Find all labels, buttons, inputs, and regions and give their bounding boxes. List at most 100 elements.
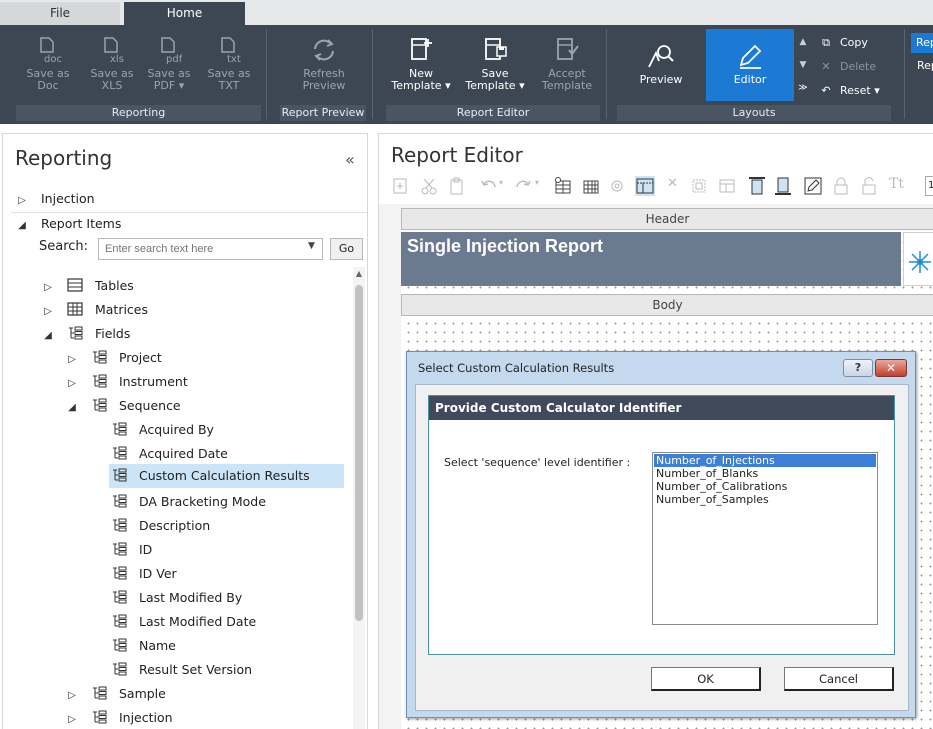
scroll-up-icon[interactable]: ▲ bbox=[353, 269, 365, 278]
lock-icon[interactable] bbox=[831, 176, 851, 196]
tree-label: Instrument bbox=[118, 374, 188, 389]
save-as-xls-button[interactable]: xls Save as XLS bbox=[86, 35, 138, 92]
preview-magnifier-icon bbox=[648, 45, 674, 68]
collapse-arrow-icon[interactable]: ◢ bbox=[15, 214, 29, 238]
expand-arrow-icon[interactable]: ▷ bbox=[41, 276, 55, 300]
tree-item-sample[interactable]: ▷ Sample bbox=[65, 682, 166, 706]
rep-button[interactable]: Rep bbox=[911, 33, 933, 53]
chart-settings-icon[interactable] bbox=[607, 176, 627, 196]
tree-item-tables[interactable]: ▷ Tables bbox=[41, 274, 134, 298]
help-button[interactable]: ? bbox=[843, 359, 873, 377]
field-icon bbox=[113, 468, 127, 482]
add-page-icon[interactable] bbox=[391, 176, 411, 196]
edit-pencil-icon[interactable] bbox=[803, 176, 823, 196]
matrix-settings-icon[interactable] bbox=[581, 176, 601, 196]
cancel-button[interactable]: Cancel bbox=[784, 667, 894, 691]
zoom-input[interactable]: 10 bbox=[925, 176, 933, 196]
new-template-button[interactable]: New Template ▾ bbox=[389, 35, 453, 92]
expand-arrow-icon[interactable]: ▷ bbox=[65, 372, 79, 396]
redo-dropdown-icon[interactable]: ▾ bbox=[535, 178, 539, 187]
list-item[interactable]: Number_of_Calibrations bbox=[654, 480, 876, 493]
field-icon bbox=[113, 494, 127, 508]
tree-item-sequence[interactable]: ◢ Sequence bbox=[65, 394, 181, 418]
column-layout-icon[interactable] bbox=[717, 176, 737, 196]
save-as-txt-button[interactable]: txt Save as TXT bbox=[203, 35, 255, 92]
tree-item-fields[interactable]: ◢ Fields bbox=[41, 322, 130, 346]
list-item[interactable]: Number_of_Injections bbox=[654, 454, 876, 467]
expand-arrow-icon[interactable]: ▷ bbox=[65, 708, 79, 729]
rep-button-secondary[interactable]: Rep bbox=[917, 59, 933, 75]
tree-scrollbar[interactable]: ▲ bbox=[353, 267, 365, 729]
ok-button[interactable]: OK bbox=[651, 667, 761, 691]
preview-layout-button[interactable]: Preview bbox=[630, 41, 692, 86]
accept-template-button[interactable]: Accept Template bbox=[536, 35, 598, 92]
collapse-arrow-icon[interactable]: ◢ bbox=[41, 324, 55, 348]
tab-file[interactable]: File bbox=[0, 2, 120, 25]
list-item[interactable]: Number_of_Blanks bbox=[654, 467, 876, 480]
tree-item-matrices[interactable]: ▷ Matrices bbox=[41, 298, 148, 322]
cut-scissors-icon[interactable] bbox=[419, 176, 439, 196]
scroll-down-icon[interactable]: ▼ bbox=[796, 54, 810, 77]
tree-item-da-bracketing-mode[interactable]: DA Bracketing Mode bbox=[111, 490, 266, 514]
report-title-textbox[interactable]: Single Injection Report bbox=[401, 232, 901, 286]
tree-item-acquired-by[interactable]: Acquired By bbox=[111, 418, 214, 442]
expand-arrow-icon[interactable]: ▷ bbox=[15, 189, 29, 213]
refresh-preview-button[interactable]: Refresh Preview bbox=[296, 35, 352, 92]
group-icon[interactable] bbox=[689, 176, 709, 196]
collapse-arrow-icon[interactable]: ◢ bbox=[65, 396, 79, 420]
tree-item-report-items[interactable]: ◢ Report Items bbox=[15, 212, 121, 236]
dialog-content: Provide Custom Calculator Identifier Sel… bbox=[415, 384, 909, 711]
save-as-pdf-button[interactable]: pdf Save as PDF ▾ bbox=[143, 35, 195, 92]
layout-gallery-scroll[interactable]: ▲ ▼ ≫ bbox=[796, 31, 810, 101]
align-top-icon[interactable] bbox=[747, 176, 767, 196]
table-settings-icon[interactable] bbox=[553, 176, 573, 196]
expand-arrow-icon[interactable]: ▷ bbox=[65, 684, 79, 708]
tree-item-description[interactable]: Description bbox=[111, 514, 210, 538]
tree-item-instrument[interactable]: ▷ Instrument bbox=[65, 370, 188, 394]
tree-item-last-modified-date[interactable]: Last Modified Date bbox=[111, 610, 256, 634]
tree-item-injection-field[interactable]: ▷ Injection bbox=[65, 706, 172, 729]
tree-item-injection[interactable]: ▷ Injection bbox=[15, 187, 94, 213]
expand-arrow-icon[interactable]: ▷ bbox=[41, 300, 55, 324]
collapse-panel-icon[interactable]: « bbox=[345, 150, 355, 169]
reset-button[interactable]: ↶ Reset ▾ bbox=[818, 81, 879, 101]
list-item[interactable]: Number_of_Samples bbox=[654, 493, 876, 506]
paste-clipboard-icon[interactable] bbox=[447, 176, 467, 196]
go-button[interactable]: Go bbox=[330, 238, 363, 260]
delete-button[interactable]: ✕ Delete bbox=[818, 57, 876, 77]
band-layout-icon[interactable] bbox=[635, 176, 655, 196]
field-icon bbox=[113, 614, 127, 628]
redo-icon[interactable] bbox=[513, 176, 533, 196]
tree-item-custom-calculation-results[interactable]: Custom Calculation Results bbox=[109, 464, 344, 488]
tree-item-last-modified-by[interactable]: Last Modified By bbox=[111, 586, 242, 610]
scroll-up-icon[interactable]: ▲ bbox=[796, 31, 810, 54]
undo-icon[interactable] bbox=[479, 176, 499, 196]
search-input[interactable] bbox=[98, 238, 323, 260]
text-format-icon[interactable]: Tt bbox=[889, 176, 904, 192]
tab-home[interactable]: Home bbox=[124, 2, 245, 25]
identifier-listbox[interactable]: Number_of_Injections Number_of_Blanks Nu… bbox=[652, 452, 878, 625]
align-bottom-icon[interactable] bbox=[773, 176, 793, 196]
tree-item-result-set-version[interactable]: Result Set Version bbox=[111, 658, 252, 682]
undo-dropdown-icon[interactable]: ▾ bbox=[499, 178, 503, 187]
tree-item-id-ver[interactable]: ID Ver bbox=[111, 562, 177, 586]
tree-item-acquired-date[interactable]: Acquired Date bbox=[111, 442, 228, 466]
header-band[interactable]: Header bbox=[401, 208, 933, 230]
save-template-button[interactable]: Save Template ▾ bbox=[461, 35, 529, 92]
tree-item-id[interactable]: ID bbox=[111, 538, 152, 562]
preview-label: Preview bbox=[639, 73, 683, 86]
close-button[interactable]: ✕ bbox=[875, 359, 907, 377]
save-as-doc-button[interactable]: doc Save as Doc bbox=[22, 35, 74, 92]
delete-x-icon[interactable]: ✕ bbox=[667, 176, 678, 191]
unlock-icon[interactable] bbox=[859, 176, 879, 196]
editor-layout-button[interactable]: Editor bbox=[706, 29, 794, 101]
scrollbar-thumb[interactable] bbox=[355, 285, 363, 621]
copy-button[interactable]: ⧉ Copy bbox=[818, 33, 868, 53]
expand-gallery-icon[interactable]: ≫ bbox=[796, 77, 810, 100]
search-dropdown-icon[interactable]: ▼ bbox=[308, 241, 315, 251]
tree-item-name[interactable]: Name bbox=[111, 634, 176, 658]
logo-image[interactable] bbox=[903, 232, 933, 286]
expand-arrow-icon[interactable]: ▷ bbox=[65, 348, 79, 372]
tree-item-project[interactable]: ▷ Project bbox=[65, 346, 162, 370]
body-band[interactable]: Body bbox=[401, 294, 933, 316]
